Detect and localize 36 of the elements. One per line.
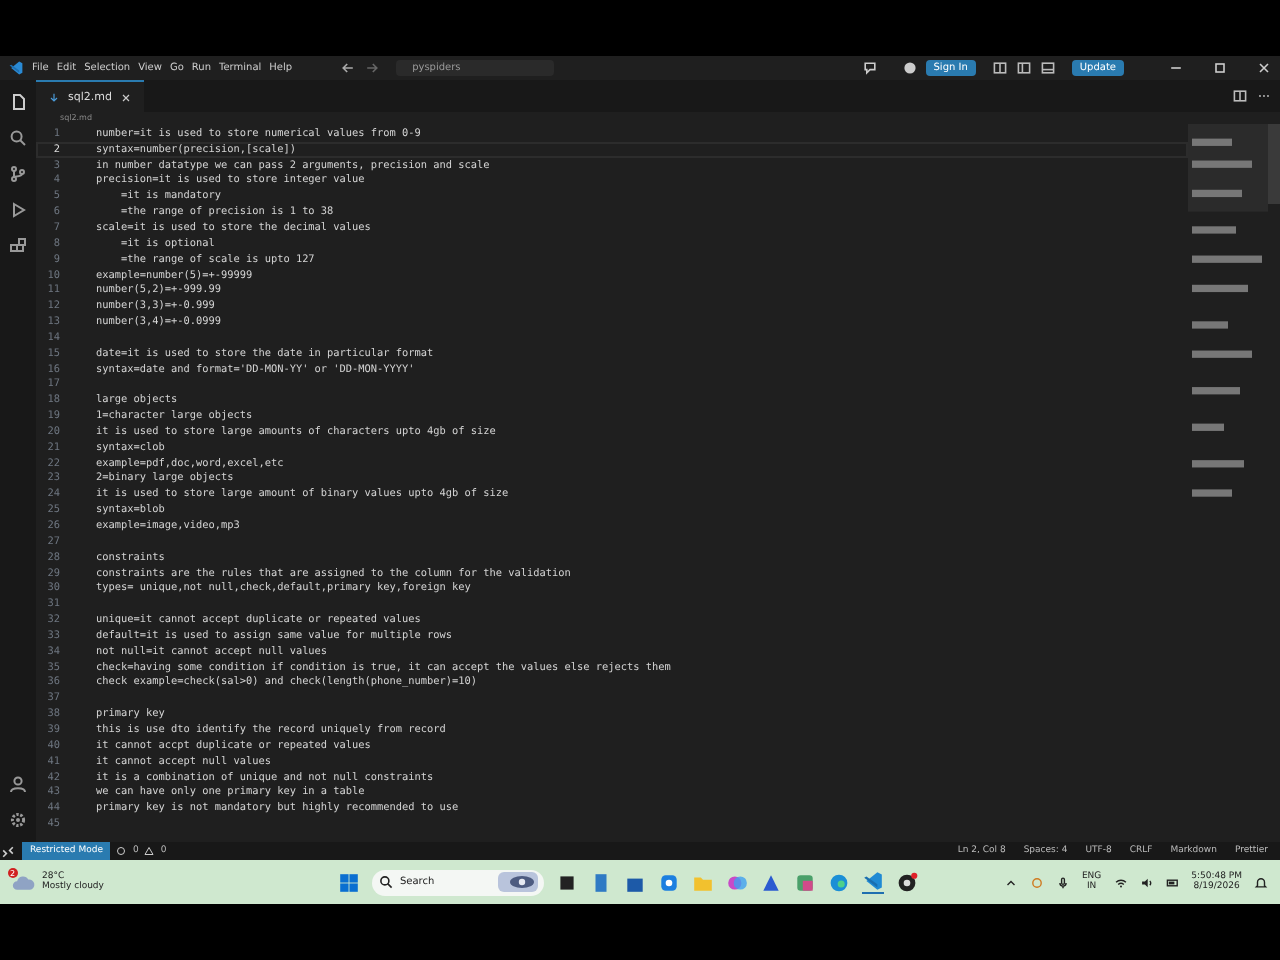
close-icon[interactable] xyxy=(119,91,132,103)
layout-icon[interactable] xyxy=(991,60,1008,76)
remote-icon[interactable] xyxy=(0,843,16,859)
split-editor-icon[interactable] xyxy=(1232,88,1248,104)
maximize-icon[interactable] xyxy=(1212,60,1228,76)
chat-icon[interactable] xyxy=(861,60,878,76)
panel-icon[interactable] xyxy=(1039,60,1056,76)
extensions-icon[interactable] xyxy=(8,236,28,256)
scrollbar-thumb[interactable] xyxy=(1268,124,1280,204)
task-view-icon[interactable] xyxy=(555,871,578,893)
settings-icon[interactable] xyxy=(8,810,28,830)
battery-icon[interactable] xyxy=(1165,875,1180,889)
cloud-icon xyxy=(12,873,36,891)
forward-icon[interactable] xyxy=(364,60,381,76)
app-icon[interactable] xyxy=(793,871,816,893)
warning-icon[interactable] xyxy=(144,846,155,856)
back-icon[interactable] xyxy=(340,60,357,76)
close-icon[interactable] xyxy=(1256,60,1272,76)
error-icon[interactable] xyxy=(116,846,127,856)
sidebar-icon[interactable] xyxy=(1015,60,1032,76)
bell-icon[interactable] xyxy=(1254,875,1269,889)
speaker-icon[interactable] xyxy=(1139,875,1154,889)
search-icon xyxy=(377,874,394,890)
files-icon[interactable] xyxy=(8,92,28,112)
account-icon[interactable] xyxy=(8,774,28,794)
run-debug-icon[interactable] xyxy=(8,200,28,220)
windows-start-icon[interactable] xyxy=(337,871,360,893)
search-icon[interactable] xyxy=(8,128,28,148)
app-icon[interactable] xyxy=(657,871,680,893)
wifi-icon[interactable] xyxy=(1113,875,1128,889)
source-control-icon[interactable] xyxy=(8,164,28,184)
microphone-icon[interactable] xyxy=(1055,875,1070,889)
markdown-file-icon xyxy=(48,91,60,103)
chevron-up-icon[interactable] xyxy=(1003,875,1018,889)
app-icon[interactable] xyxy=(759,871,782,893)
app-logo-icon xyxy=(8,60,24,76)
